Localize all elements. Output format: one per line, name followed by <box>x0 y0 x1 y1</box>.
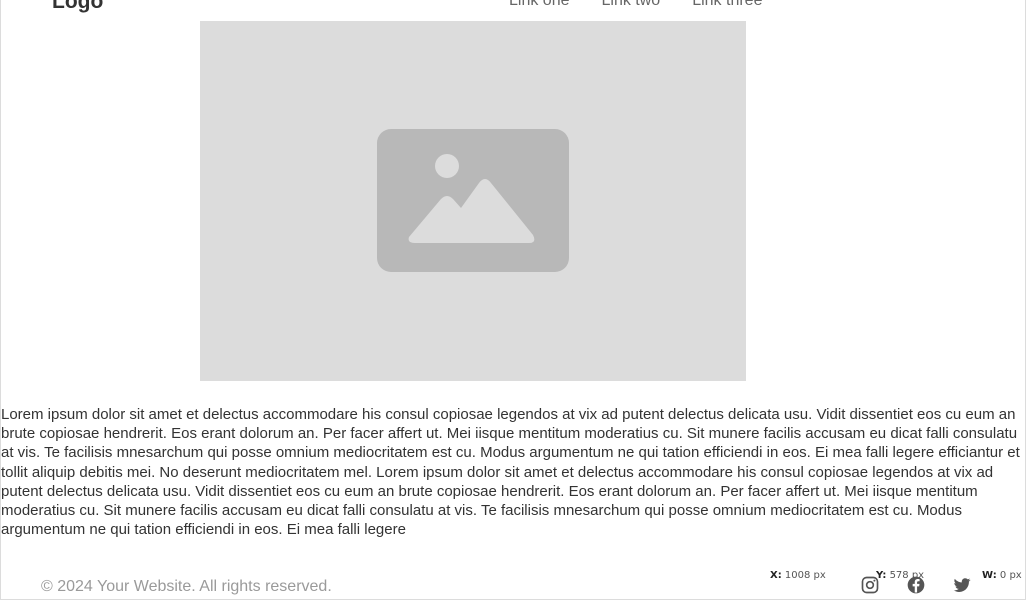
facebook-icon[interactable] <box>906 575 928 597</box>
nav-link-one[interactable]: Link one <box>509 0 570 11</box>
x-label: X: <box>770 570 782 581</box>
main-nav: Link one Link two Link three <box>509 0 762 11</box>
w-label: W: <box>982 570 997 581</box>
nav-link-two[interactable]: Link two <box>602 0 661 11</box>
x-value: 1008 px <box>784 570 826 581</box>
width-readout: W: 0 px <box>982 570 1022 582</box>
instagram-icon[interactable] <box>860 575 882 597</box>
image-placeholder-icon <box>377 129 569 272</box>
nav-link-three[interactable]: Link three <box>692 0 762 11</box>
footer-copyright: © 2024 Your Website. All rights reserved… <box>41 578 332 595</box>
w-value: 0 px <box>999 570 1022 581</box>
twitter-icon[interactable] <box>952 575 974 597</box>
hero-image-placeholder <box>200 21 746 381</box>
site-logo[interactable]: Logo <box>52 0 103 12</box>
x-coordinate-readout: X: 1008 px <box>770 570 826 582</box>
body-paragraph: Lorem ipsum dolor sit amet et delectus a… <box>1 406 1020 538</box>
